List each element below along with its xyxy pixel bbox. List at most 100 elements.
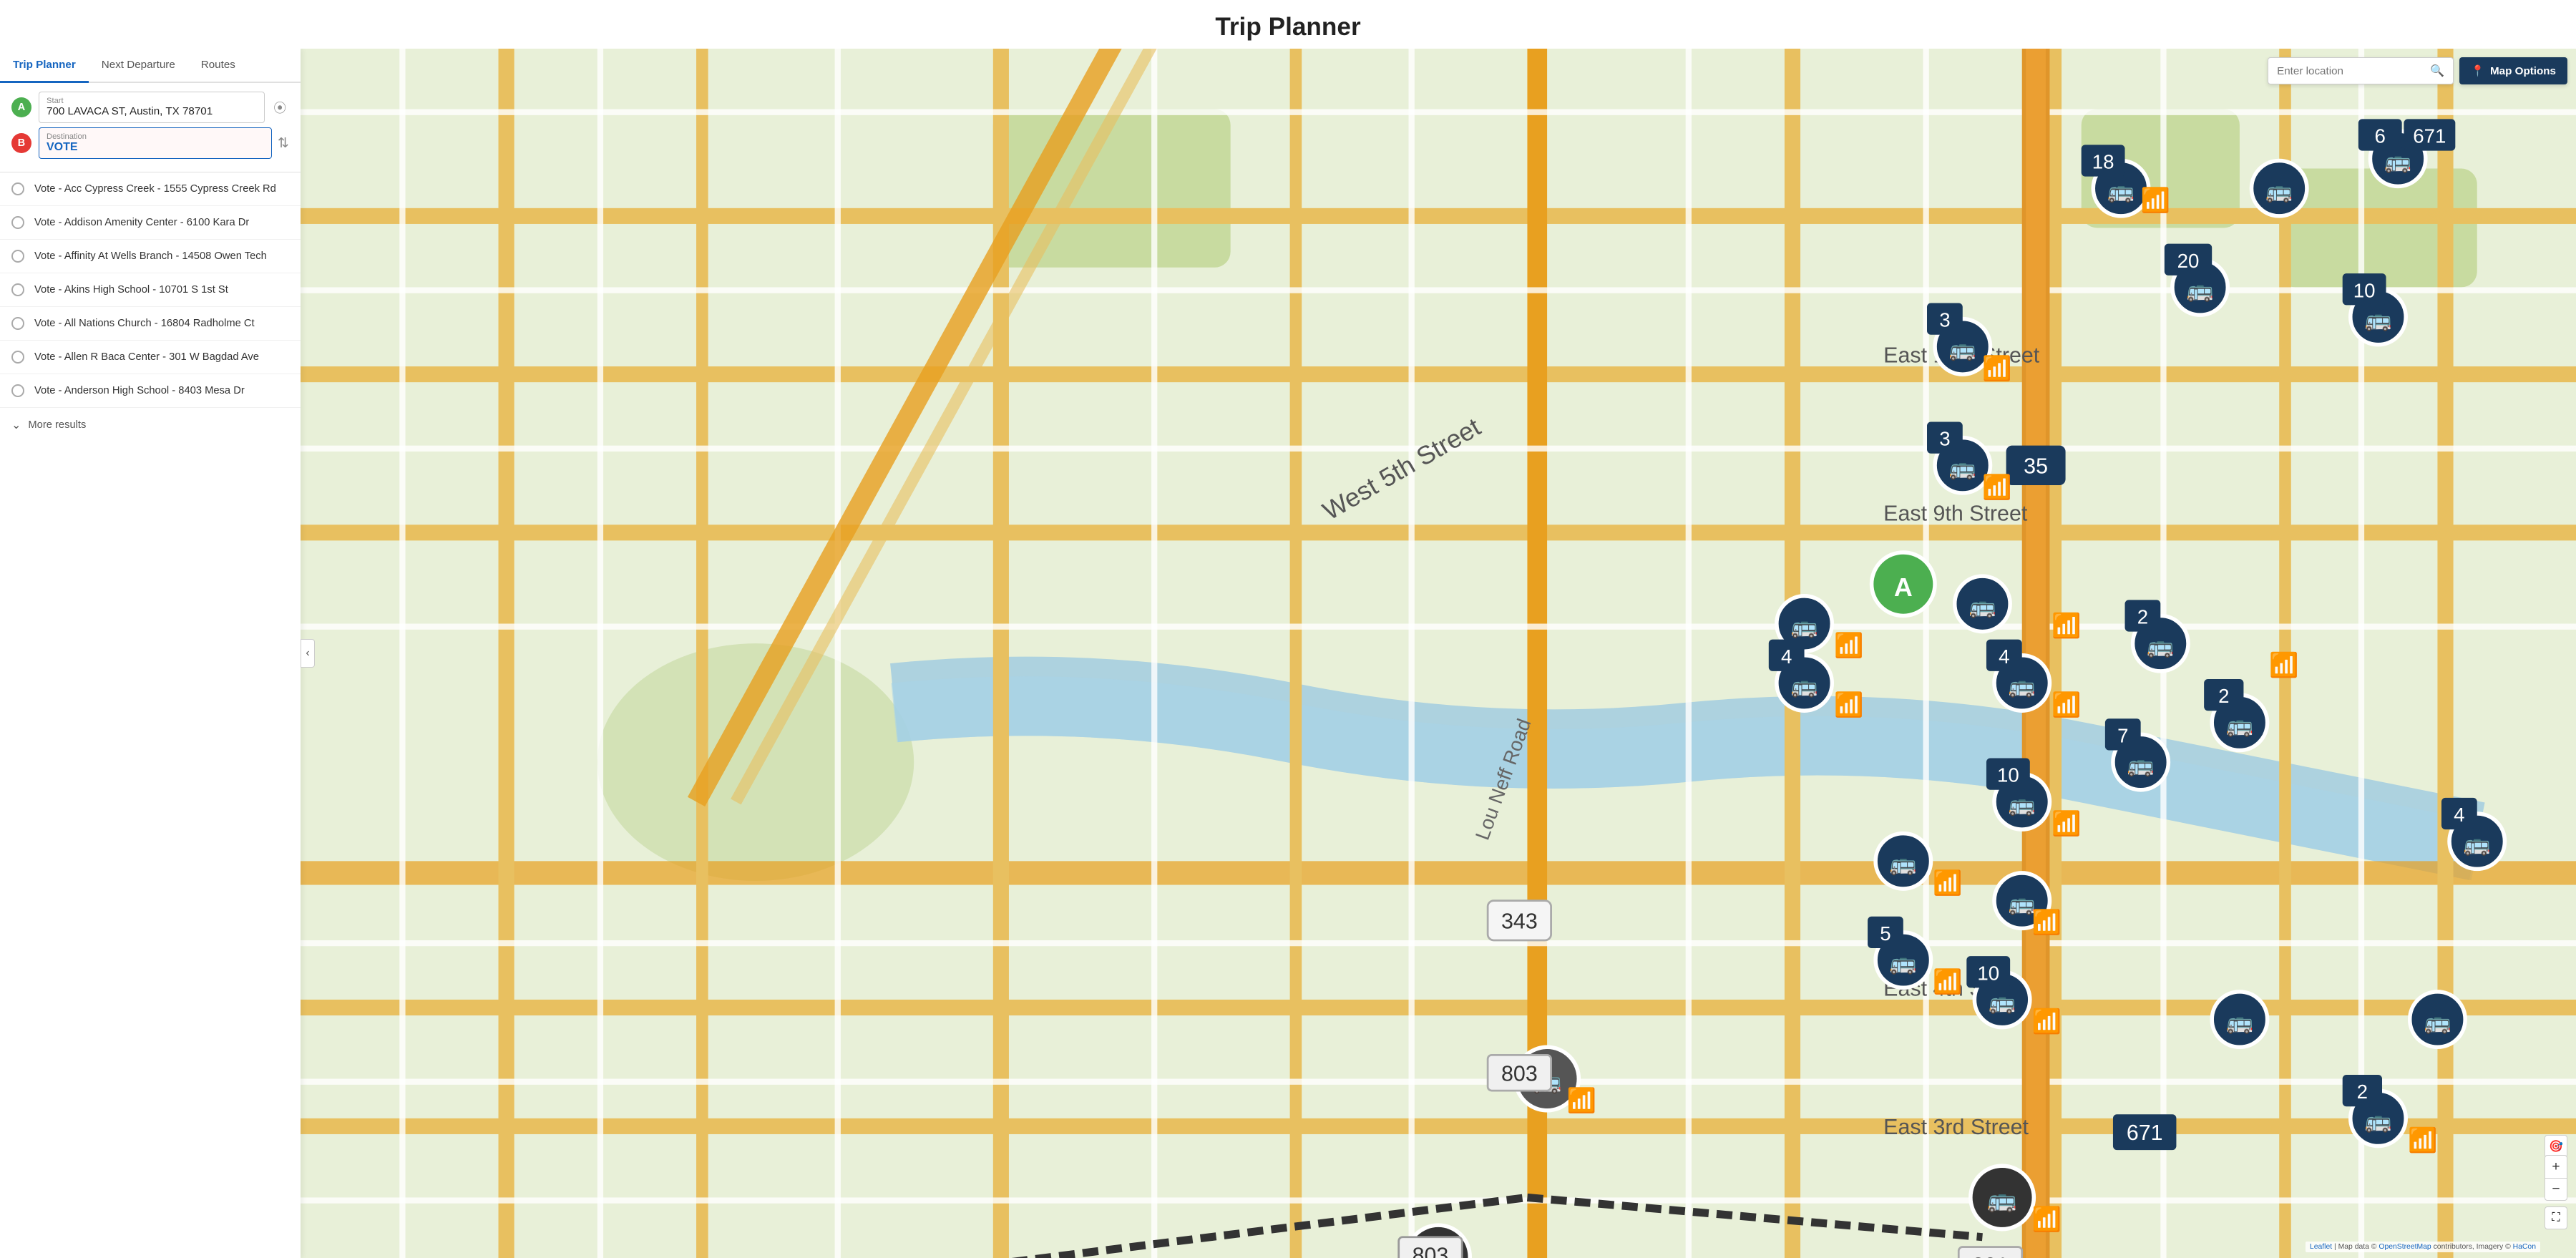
- result-radio: [11, 182, 24, 195]
- svg-text:35: 35: [2024, 454, 2048, 478]
- zoom-in-button[interactable]: +: [2545, 1155, 2567, 1178]
- map-options-button[interactable]: 📍 Map Options: [2459, 57, 2567, 84]
- svg-text:A: A: [1894, 572, 1913, 602]
- map-attribution: Leaflet | Map data © OpenStreetMap contr…: [2306, 1242, 2540, 1252]
- svg-text:10: 10: [2353, 279, 2376, 301]
- tab-trip-planner[interactable]: Trip Planner: [0, 49, 89, 83]
- svg-text:7: 7: [2117, 724, 2128, 746]
- destination-field[interactable]: Destination VOTE: [39, 127, 272, 159]
- svg-text:📶: 📶: [1567, 1086, 1596, 1114]
- destination-label: Destination: [47, 132, 264, 141]
- search-icon: 🔍: [2430, 64, 2444, 78]
- svg-text:🚌: 🚌: [2265, 179, 2293, 203]
- collapse-panel-button[interactable]: ‹: [301, 639, 315, 668]
- swap-button[interactable]: ⇅: [278, 135, 289, 152]
- tabs: Trip Planner Next Departure Routes: [0, 49, 301, 83]
- svg-text:East 3rd Street: East 3rd Street: [1883, 1115, 2029, 1139]
- svg-text:📶: 📶: [2032, 1205, 2062, 1233]
- result-text: Vote - All Nations Church - 16804 Radhol…: [34, 318, 255, 329]
- svg-text:📶: 📶: [2032, 908, 2062, 936]
- destination-field-row: B Destination VOTE ⇅: [11, 127, 289, 159]
- svg-text:🚌: 🚌: [2009, 673, 2036, 698]
- result-text: Vote - Addison Amenity Center - 6100 Kar…: [34, 217, 249, 228]
- svg-text:🚌: 🚌: [1890, 852, 1917, 876]
- svg-text:🚌: 🚌: [1989, 990, 2016, 1015]
- svg-text:343: 343: [1501, 909, 1538, 933]
- chevron-down-icon: ⌄: [11, 418, 21, 432]
- svg-text:🚌: 🚌: [1791, 614, 1818, 638]
- hacon-link[interactable]: HaCon: [2513, 1243, 2536, 1251]
- marker-b: B: [11, 133, 31, 153]
- svg-text:4: 4: [1999, 645, 2009, 668]
- svg-text:📶: 📶: [1982, 473, 2011, 501]
- svg-text:2: 2: [2137, 606, 2148, 628]
- result-text: Vote - Allen R Baca Center - 301 W Bagda…: [34, 351, 259, 363]
- result-radio: [11, 283, 24, 296]
- svg-text:🚌: 🚌: [1791, 673, 1818, 698]
- more-results-button[interactable]: ⌄ More results: [0, 408, 301, 442]
- svg-text:2: 2: [2357, 1081, 2368, 1103]
- svg-text:803: 803: [1413, 1244, 1449, 1258]
- result-item[interactable]: Vote - Akins High School - 10701 S 1st S…: [0, 273, 301, 307]
- result-radio: [11, 351, 24, 364]
- map-area: West 5th Street East 10th Street East 9t…: [301, 49, 2576, 1258]
- location-search-box[interactable]: 🔍: [2268, 57, 2454, 84]
- openstreetmap-link[interactable]: OpenStreetMap: [2379, 1243, 2431, 1251]
- start-field[interactable]: Start 700 LAVACA ST, Austin, TX 78701: [39, 92, 265, 123]
- svg-text:5: 5: [1880, 922, 1890, 945]
- zoom-out-button[interactable]: −: [2545, 1178, 2567, 1201]
- result-text: Vote - Akins High School - 10701 S 1st S…: [34, 284, 228, 296]
- svg-text:803: 803: [1501, 1061, 1538, 1086]
- destination-value: VOTE: [47, 141, 78, 153]
- svg-text:4: 4: [2454, 804, 2464, 826]
- result-item[interactable]: Vote - Acc Cypress Creek - 1555 Cypress …: [0, 172, 301, 206]
- map-options-label: Map Options: [2490, 65, 2556, 77]
- app-header: Trip Planner: [0, 0, 2576, 49]
- svg-text:East 9th Street: East 9th Street: [1883, 502, 2028, 526]
- tab-next-departure[interactable]: Next Departure: [89, 49, 188, 83]
- result-item[interactable]: Vote - Addison Amenity Center - 6100 Kar…: [0, 206, 301, 240]
- svg-text:🚌: 🚌: [1890, 950, 1917, 975]
- leaflet-link[interactable]: Leaflet: [2310, 1243, 2332, 1251]
- planner-form: A Start 700 LAVACA ST, Austin, TX 78701 …: [0, 83, 301, 172]
- start-value: 700 LAVACA ST, Austin, TX 78701: [47, 105, 213, 117]
- svg-text:🚌: 🚌: [2127, 753, 2155, 777]
- result-item[interactable]: Vote - Allen R Baca Center - 301 W Bagda…: [0, 341, 301, 374]
- locate-me-button[interactable]: ⦿: [270, 96, 289, 120]
- result-radio: [11, 317, 24, 330]
- svg-text:🚌: 🚌: [2365, 308, 2392, 332]
- svg-text:📶: 📶: [2051, 611, 2081, 639]
- svg-text:3: 3: [1939, 428, 1950, 450]
- result-text: Vote - Acc Cypress Creek - 1555 Cypress …: [34, 183, 276, 195]
- svg-text:671: 671: [2127, 1121, 2163, 1145]
- marker-a: A: [11, 97, 31, 117]
- map-background[interactable]: West 5th Street East 10th Street East 9t…: [301, 49, 2576, 1258]
- result-text: Vote - Affinity At Wells Branch - 14508 …: [34, 250, 267, 262]
- svg-text:🚌: 🚌: [1969, 595, 1996, 619]
- more-results-label: More results: [28, 419, 86, 431]
- svg-text:🚌: 🚌: [2107, 179, 2135, 203]
- svg-text:🚌: 🚌: [2226, 713, 2253, 738]
- svg-text:📶: 📶: [1933, 869, 1962, 897]
- result-radio: [11, 216, 24, 229]
- svg-text:🚌: 🚌: [2464, 832, 2491, 857]
- map-fullscreen-button[interactable]: ⛶: [2545, 1206, 2567, 1229]
- map-toolbar: 🔍 📍 Map Options: [2268, 57, 2567, 84]
- svg-text:2: 2: [2218, 685, 2229, 707]
- map-svg: West 5th Street East 10th Street East 9t…: [301, 49, 2576, 1258]
- map-zoom-controls: + −: [2545, 1155, 2567, 1201]
- svg-text:🚌: 🚌: [2226, 1010, 2253, 1034]
- left-panel: Trip Planner Next Departure Routes A Sta…: [0, 49, 301, 1258]
- svg-text:📶: 📶: [1834, 691, 1863, 718]
- svg-text:🚌: 🚌: [1987, 1186, 2016, 1213]
- result-item[interactable]: Vote - Anderson High School - 8403 Mesa …: [0, 374, 301, 408]
- svg-text:🚌: 🚌: [1949, 337, 1976, 361]
- start-label: Start: [47, 97, 257, 105]
- location-search-input[interactable]: [2277, 65, 2426, 77]
- svg-text:3: 3: [1939, 309, 1950, 331]
- result-item[interactable]: Vote - Affinity At Wells Branch - 14508 …: [0, 240, 301, 273]
- result-item[interactable]: Vote - All Nations Church - 16804 Radhol…: [0, 307, 301, 341]
- tab-routes[interactable]: Routes: [188, 49, 248, 83]
- result-text: Vote - Anderson High School - 8403 Mesa …: [34, 385, 245, 396]
- start-field-row: A Start 700 LAVACA ST, Austin, TX 78701 …: [11, 92, 289, 123]
